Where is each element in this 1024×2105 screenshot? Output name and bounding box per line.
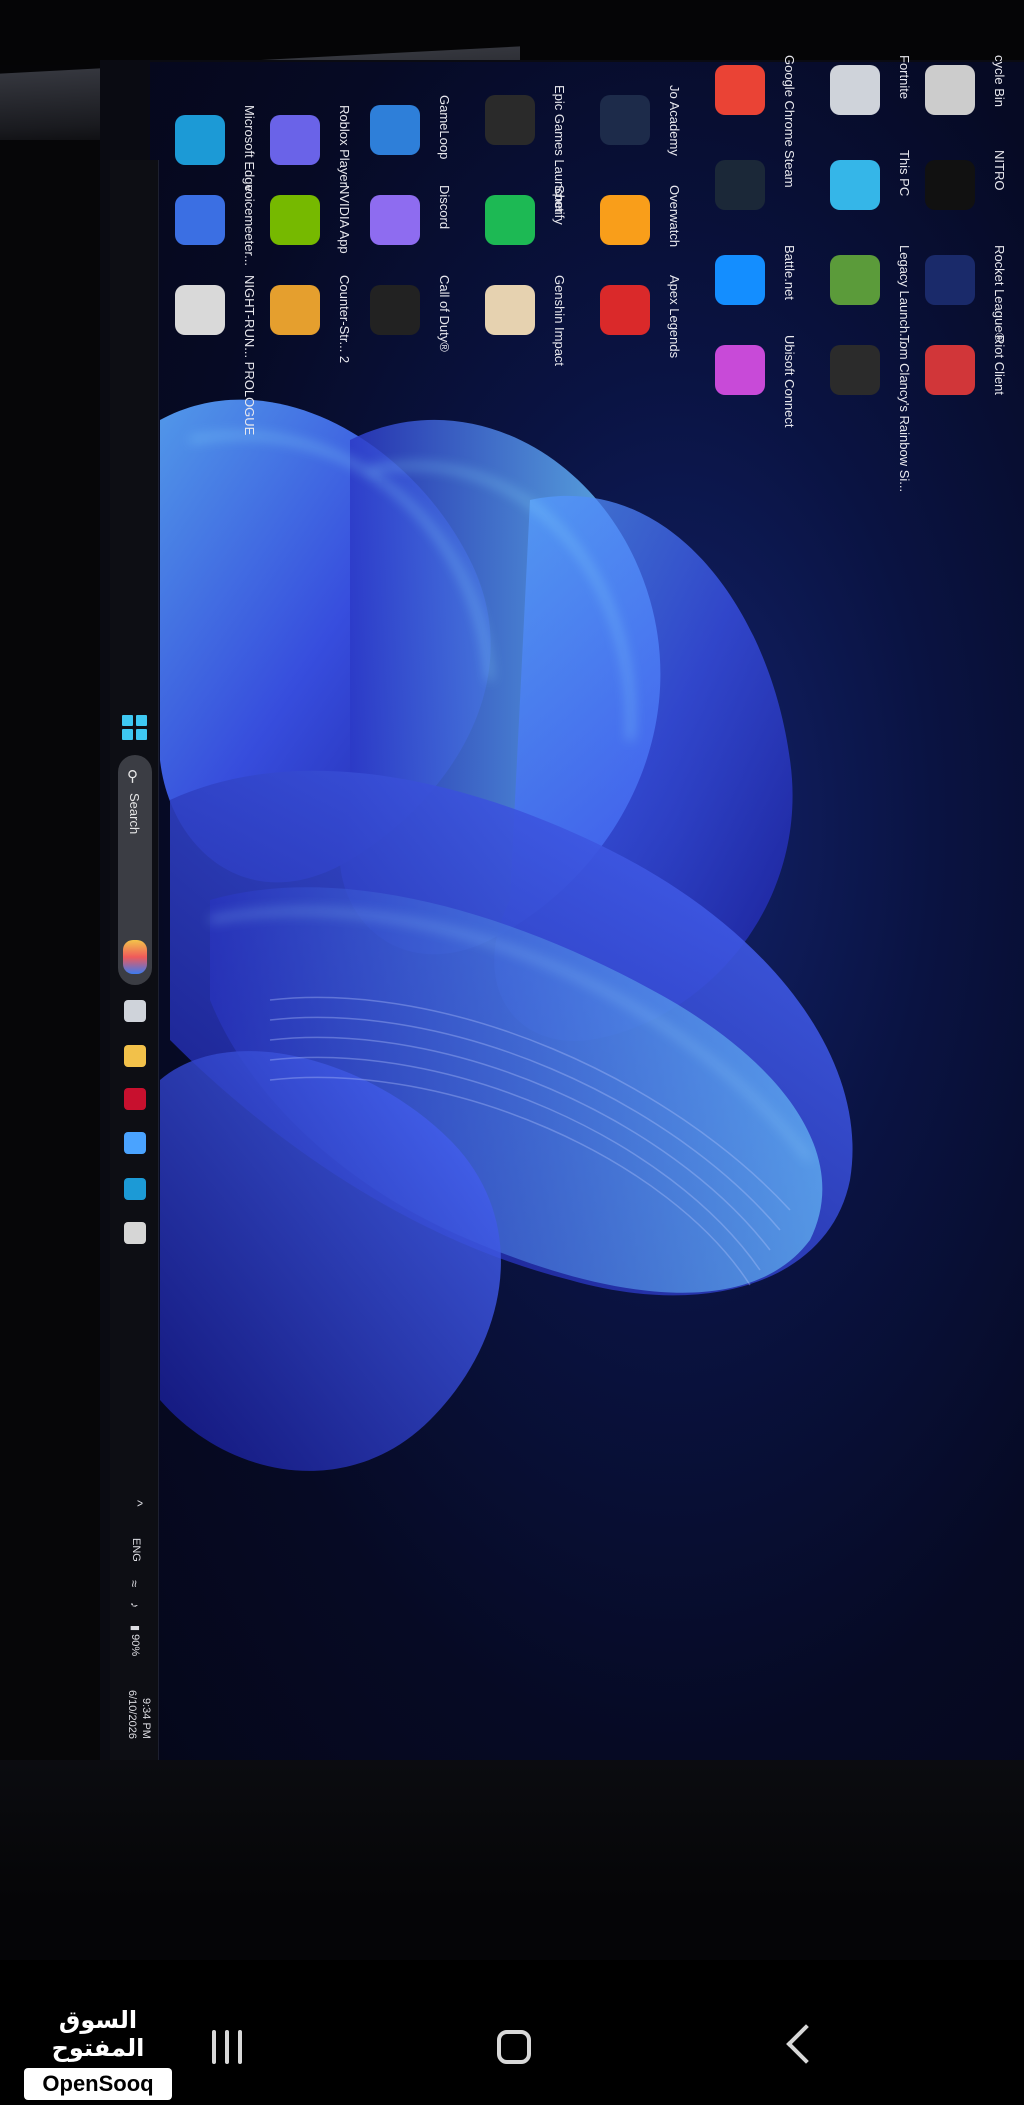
desktop-icon-label: This PC xyxy=(897,150,912,197)
desktop-icon-microsoft-edge[interactable]: Microsoft Edge xyxy=(175,105,313,192)
desktop-icon-steam[interactable]: Steam xyxy=(715,150,853,230)
windows-logo-icon xyxy=(122,715,133,726)
desktop-icon-label: Roblox Player xyxy=(337,105,352,186)
desktop-icon-label: Steam xyxy=(782,150,797,188)
taskbar-edge-icon[interactable] xyxy=(124,1178,146,1200)
watermark-english: OpenSooq xyxy=(24,2068,172,2100)
desktop-icon-this-pc[interactable]: This PC xyxy=(830,150,968,230)
desktop-icon-recycle-bin[interactable]: cycle Bin xyxy=(925,55,1024,135)
left-dark-area xyxy=(0,140,110,1760)
desktop-icon-google-chrome[interactable]: Google Chrome xyxy=(715,55,853,147)
desktop-icon-rocket-league[interactable]: Rocket League® xyxy=(925,245,1024,342)
photo-of-monitor: cycle Bin NITRO Rocket League® Riot Client F… xyxy=(0,0,1024,2105)
desktop-icon-label: Microsoft Edge xyxy=(242,105,257,192)
desktop-icon-label: Rocket League® xyxy=(992,245,1007,343)
desktop-icon-voicemeeter[interactable]: voicemeeter... xyxy=(175,185,313,266)
search-icon: ⚲ xyxy=(127,768,138,785)
desktop-icon-label: Ubisoft Connect xyxy=(782,335,797,428)
desktop-icon-label: Tom Clancy's Rainbow Si... xyxy=(897,335,912,493)
desktop-icon-discord[interactable]: Discord xyxy=(370,185,508,265)
recent-apps-button[interactable] xyxy=(212,2030,251,2069)
desktop-icon-label: Discord xyxy=(437,185,452,230)
desktop-icon-label: Call of Duty® xyxy=(437,275,452,352)
desktop-icon-riot-client[interactable]: Riot Client xyxy=(925,335,1024,415)
desktop-icon-genshin-impact[interactable]: Genshin Impact xyxy=(485,275,623,366)
windows-logo-icon xyxy=(136,729,147,740)
desktop-icon-night-run[interactable]: NIGHT-RUN... PROLOGUE xyxy=(175,275,313,435)
battery-percent: 90% xyxy=(129,1634,141,1657)
desktop-icon-epic-games[interactable]: Epic Games Launcher xyxy=(485,85,623,214)
desktop-icon-label: NIGHT-RUN... PROLOGUE xyxy=(242,275,257,436)
recent-apps-icon xyxy=(225,2030,229,2064)
desktop-icon-nitro[interactable]: NITRO xyxy=(925,150,1024,230)
desktop-icon-fortnite[interactable]: Fortnite xyxy=(830,55,968,135)
home-button[interactable] xyxy=(497,2030,531,2064)
windows-logo-icon xyxy=(122,729,133,740)
desktop-icon-jo-academy[interactable]: Jo Academy xyxy=(600,85,738,165)
desktop-icon-label: Jo Academy xyxy=(667,85,682,156)
desktop-icon-label: voicemeeter... xyxy=(242,185,257,266)
desktop-icon-nvidia-app[interactable]: NVIDIA App xyxy=(270,185,408,265)
clock-date[interactable]: 6/10/2026 xyxy=(126,1690,138,1739)
taskbar-copilot-icon[interactable] xyxy=(124,1132,146,1154)
desktop-icon-overwatch[interactable]: Overwatch xyxy=(600,185,738,265)
clock-time[interactable]: 9:34 PM xyxy=(140,1698,152,1739)
recent-apps-icon xyxy=(212,2030,216,2064)
desktop-icon-label: NVIDIA App xyxy=(337,185,352,254)
battery-icon: ▮ xyxy=(129,1625,141,1635)
desktop-icon-label: NITRO xyxy=(992,150,1007,191)
wifi-icon[interactable]: ≈ xyxy=(127,1580,142,1587)
desktop-icon-ubisoft-connect[interactable]: Ubisoft Connect xyxy=(715,335,853,428)
search-label: Search xyxy=(127,793,142,835)
lower-bezel xyxy=(0,1760,1024,1900)
desktop-icon-apex-legends[interactable]: Apex Legends xyxy=(600,275,738,359)
desktop-icon-label: GameLoop xyxy=(437,95,452,160)
watermark-arabic: السوق المفتوح xyxy=(51,2006,145,2062)
desktop-icon-label: Google Chrome xyxy=(782,55,797,147)
volume-icon[interactable]: ♪ xyxy=(128,1602,142,1608)
desktop-icon-legacy-launcher[interactable]: Legacy Launch... xyxy=(830,245,968,344)
desktop-icon-label: Spotify xyxy=(552,185,567,225)
desktop-icon-label: Fortnite xyxy=(897,55,912,100)
desktop-icon-counter-strike[interactable]: Counter-Str... 2 xyxy=(270,275,408,363)
voicemeeter-icon xyxy=(175,195,225,245)
bloom-wallpaper xyxy=(160,399,853,1471)
desktop-icon-label: Battle.net xyxy=(782,245,797,300)
battery-indicator[interactable]: ▮ 90% xyxy=(129,1625,142,1656)
opensooq-watermark: السوق المفتوح OpenSooq xyxy=(24,2006,172,2100)
taskbar-task-view-icon[interactable] xyxy=(124,1000,146,1022)
desktop-icon-label: Apex Legends xyxy=(667,275,682,359)
desktop-icon-label: Riot Client xyxy=(992,335,1007,395)
language-indicator[interactable]: ENG xyxy=(130,1538,142,1562)
recent-apps-icon xyxy=(238,2030,242,2064)
night-run-icon xyxy=(175,285,225,335)
start-button[interactable] xyxy=(122,715,148,741)
taskbar-file-explorer-icon[interactable] xyxy=(124,1045,146,1067)
search-box[interactable]: ⚲ Search xyxy=(118,755,152,985)
desktop-icon-roblox-player[interactable]: Roblox Player xyxy=(270,105,408,186)
windows-logo-icon xyxy=(136,715,147,726)
taskbar-mcafee-icon[interactable] xyxy=(124,1088,146,1110)
desktop-icon-label: Counter-Str... 2 xyxy=(337,275,352,364)
search-highlight-icon xyxy=(123,940,147,974)
desktop-icon-label: cycle Bin xyxy=(992,55,1007,108)
tray-chevron-icon[interactable]: ^ xyxy=(130,1500,146,1507)
desktop-icon-label: Overwatch xyxy=(667,185,682,248)
desktop-icon-battle-net[interactable]: Battle.net xyxy=(715,245,853,325)
taskbar-store-icon[interactable] xyxy=(124,1222,146,1244)
desktop-icon-label: Genshin Impact xyxy=(552,275,567,367)
desktop-icon-spotify[interactable]: Spotify xyxy=(485,185,623,265)
desktop-icon-label: Legacy Launch... xyxy=(897,245,912,345)
desktop-icon-gameloop[interactable]: GameLoop xyxy=(370,95,508,175)
desktop-icon-call-of-duty[interactable]: Call of Duty® xyxy=(370,275,508,355)
desktop-icon-rainbow-six[interactable]: Tom Clancy's Rainbow Si... xyxy=(830,335,968,492)
microsoft-edge-icon xyxy=(175,115,225,165)
